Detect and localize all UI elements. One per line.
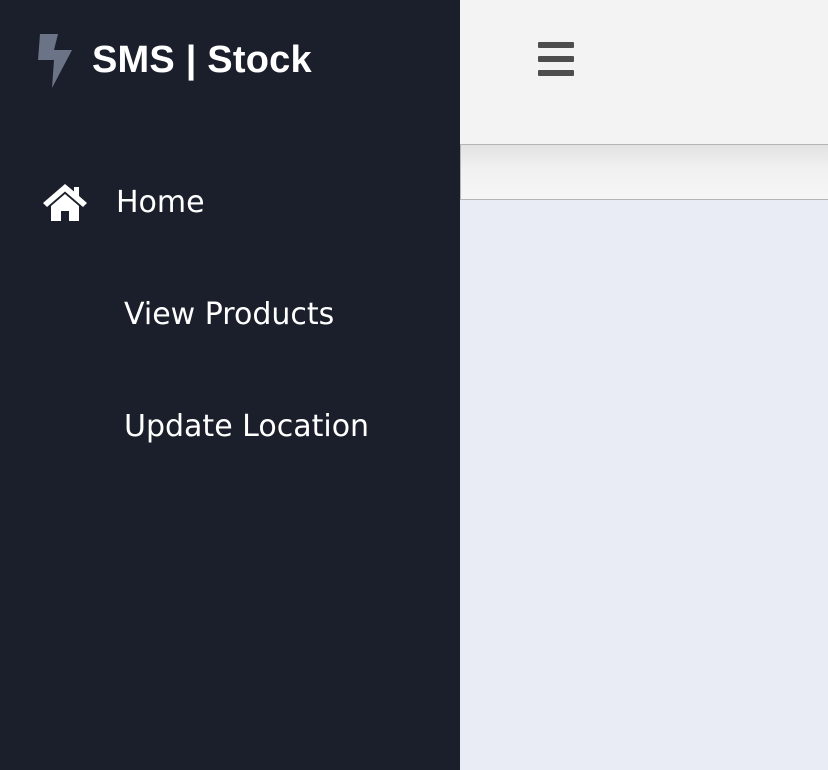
sidebar-item-label: Home [116,184,205,220]
top-bar [460,0,828,144]
app-window: SMS | Stock Home View Products Update Lo… [0,0,828,770]
brand[interactable]: SMS | Stock [34,30,312,90]
home-icon [43,184,87,221]
lightning-bolt-icon [38,34,72,88]
brand-title: SMS | Stock [92,38,312,81]
hamburger-menu-icon[interactable] [538,42,574,76]
sidebar-item-label: View Products [124,296,335,332]
sub-header-bar [460,144,828,200]
sidebar-item-home[interactable]: Home [42,180,205,224]
sidebar-item-update-location[interactable]: Update Location [124,404,369,448]
menu-line [538,70,574,76]
main-content [460,200,828,770]
sidebar-item-label: Update Location [124,408,370,444]
menu-line [538,42,574,48]
sidebar-item-view-products[interactable]: View Products [124,292,334,336]
sidebar: SMS | Stock Home View Products Update Lo… [0,0,460,770]
menu-line [538,56,574,62]
